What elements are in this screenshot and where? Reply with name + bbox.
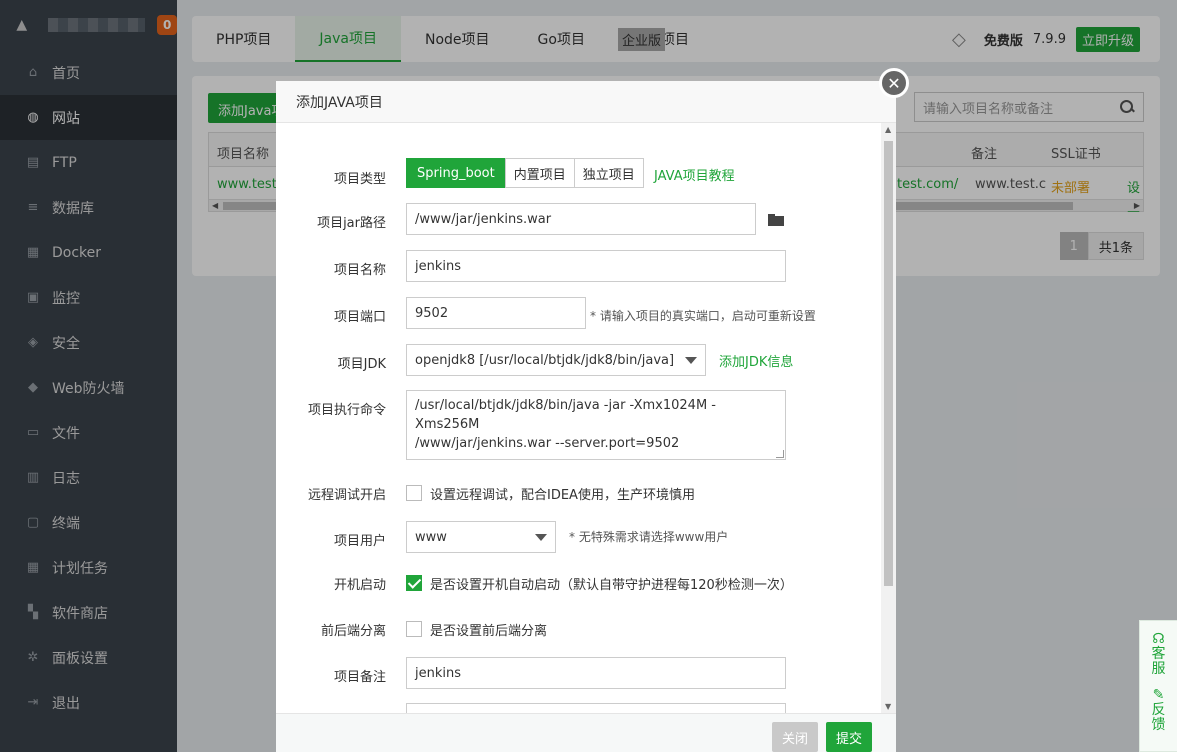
- split-description: 是否设置前后端分离: [430, 624, 548, 639]
- service-label-2: 服: [1151, 661, 1166, 677]
- scroll-up-icon[interactable]: ▲: [885, 125, 891, 134]
- type-standalone[interactable]: 独立项目: [573, 158, 644, 188]
- project-name-input[interactable]: jenkins: [406, 250, 786, 282]
- modal-body: 项目类型 Spring_boot 内置项目 独立项目 JAVA项目教程 项目ja…: [276, 123, 881, 713]
- add-jdk-link[interactable]: 添加JDK信息: [719, 351, 793, 370]
- modal-close-icon[interactable]: ✕: [879, 68, 909, 98]
- close-button[interactable]: 关闭: [772, 722, 818, 752]
- jdk-selected-value: openjdk8 [/usr/local/btjdk/jdk8/bin/java…: [415, 352, 675, 368]
- resize-grip-icon[interactable]: [776, 450, 784, 458]
- command-label: 项目执行命令: [307, 403, 386, 418]
- user-label: 项目用户: [333, 534, 386, 549]
- port-tip: * 请输入项目的真实端口，启动可重新设置: [590, 309, 816, 323]
- headset-icon: ☊: [1152, 631, 1165, 647]
- next-input[interactable]: [406, 703, 786, 713]
- jar-label: 项目jar路径: [317, 216, 386, 231]
- jar-path-input[interactable]: /www/jar/jenkins.war: [406, 203, 756, 235]
- scrollbar-thumb[interactable]: [884, 141, 893, 586]
- user-select[interactable]: www: [406, 521, 556, 553]
- name-label: 项目名称: [333, 263, 386, 278]
- command-line-1: /usr/local/btjdk/jdk8/bin/java -jar -Xmx…: [415, 398, 716, 432]
- customer-service-float[interactable]: ☊ 客 服 ✎ 反 馈: [1139, 620, 1177, 752]
- split-label: 前后端分离: [320, 624, 386, 639]
- debug-description: 设置远程调试，配合IDEA使用，生产环境慎用: [430, 488, 695, 503]
- service-label-1: 客: [1151, 646, 1166, 662]
- feedback-icon: ✎: [1152, 687, 1165, 703]
- chevron-down-icon: [685, 357, 697, 364]
- type-spring-boot[interactable]: Spring_boot: [406, 158, 506, 188]
- project-type-selector: Spring_boot 内置项目 独立项目: [406, 158, 644, 188]
- modal-vertical-scrollbar[interactable]: ▲ ▼: [881, 123, 896, 713]
- chevron-down-icon: [535, 534, 547, 541]
- port-label: 项目端口: [333, 310, 386, 325]
- autostart-checkbox[interactable]: [406, 575, 422, 591]
- feedback-label-1: 反: [1151, 702, 1166, 718]
- user-selected-value: www: [415, 529, 447, 545]
- command-textarea[interactable]: /usr/local/btjdk/jdk8/bin/java -jar -Xmx…: [406, 390, 786, 460]
- remark-label: 项目备注: [333, 670, 386, 685]
- jdk-label: 项目JDK: [337, 357, 386, 372]
- autostart-description: 是否设置开机自动启动（默认自带守护进程每120秒检测一次）: [430, 578, 793, 593]
- type-label: 项目类型: [333, 172, 386, 187]
- split-checkbox[interactable]: [406, 621, 422, 637]
- autostart-label: 开机启动: [333, 578, 386, 593]
- project-port-input[interactable]: 9502: [406, 297, 586, 329]
- add-java-project-modal: 添加JAVA项目 项目类型 Spring_boot 内置项目 独立项目 JAVA…: [276, 81, 896, 752]
- folder-open-icon[interactable]: [768, 214, 784, 226]
- debug-label: 远程调试开启: [307, 488, 386, 503]
- submit-button[interactable]: 提交: [826, 722, 872, 752]
- modal-footer: 关闭 提交: [276, 713, 896, 752]
- feedback-label-2: 馈: [1151, 717, 1166, 733]
- type-builtin[interactable]: 内置项目: [504, 158, 575, 188]
- project-remark-input[interactable]: jenkins: [406, 657, 786, 689]
- jdk-select[interactable]: openjdk8 [/usr/local/btjdk/jdk8/bin/java…: [406, 344, 706, 376]
- debug-checkbox[interactable]: [406, 485, 422, 501]
- java-tutorial-link[interactable]: JAVA项目教程: [654, 165, 735, 184]
- scroll-down-icon[interactable]: ▼: [885, 702, 891, 711]
- modal-title: 添加JAVA项目: [276, 81, 896, 123]
- user-tip: * 无特殊需求请选择www用户: [569, 530, 729, 544]
- command-line-2: /www/jar/jenkins.war --server.port=9502: [415, 436, 680, 451]
